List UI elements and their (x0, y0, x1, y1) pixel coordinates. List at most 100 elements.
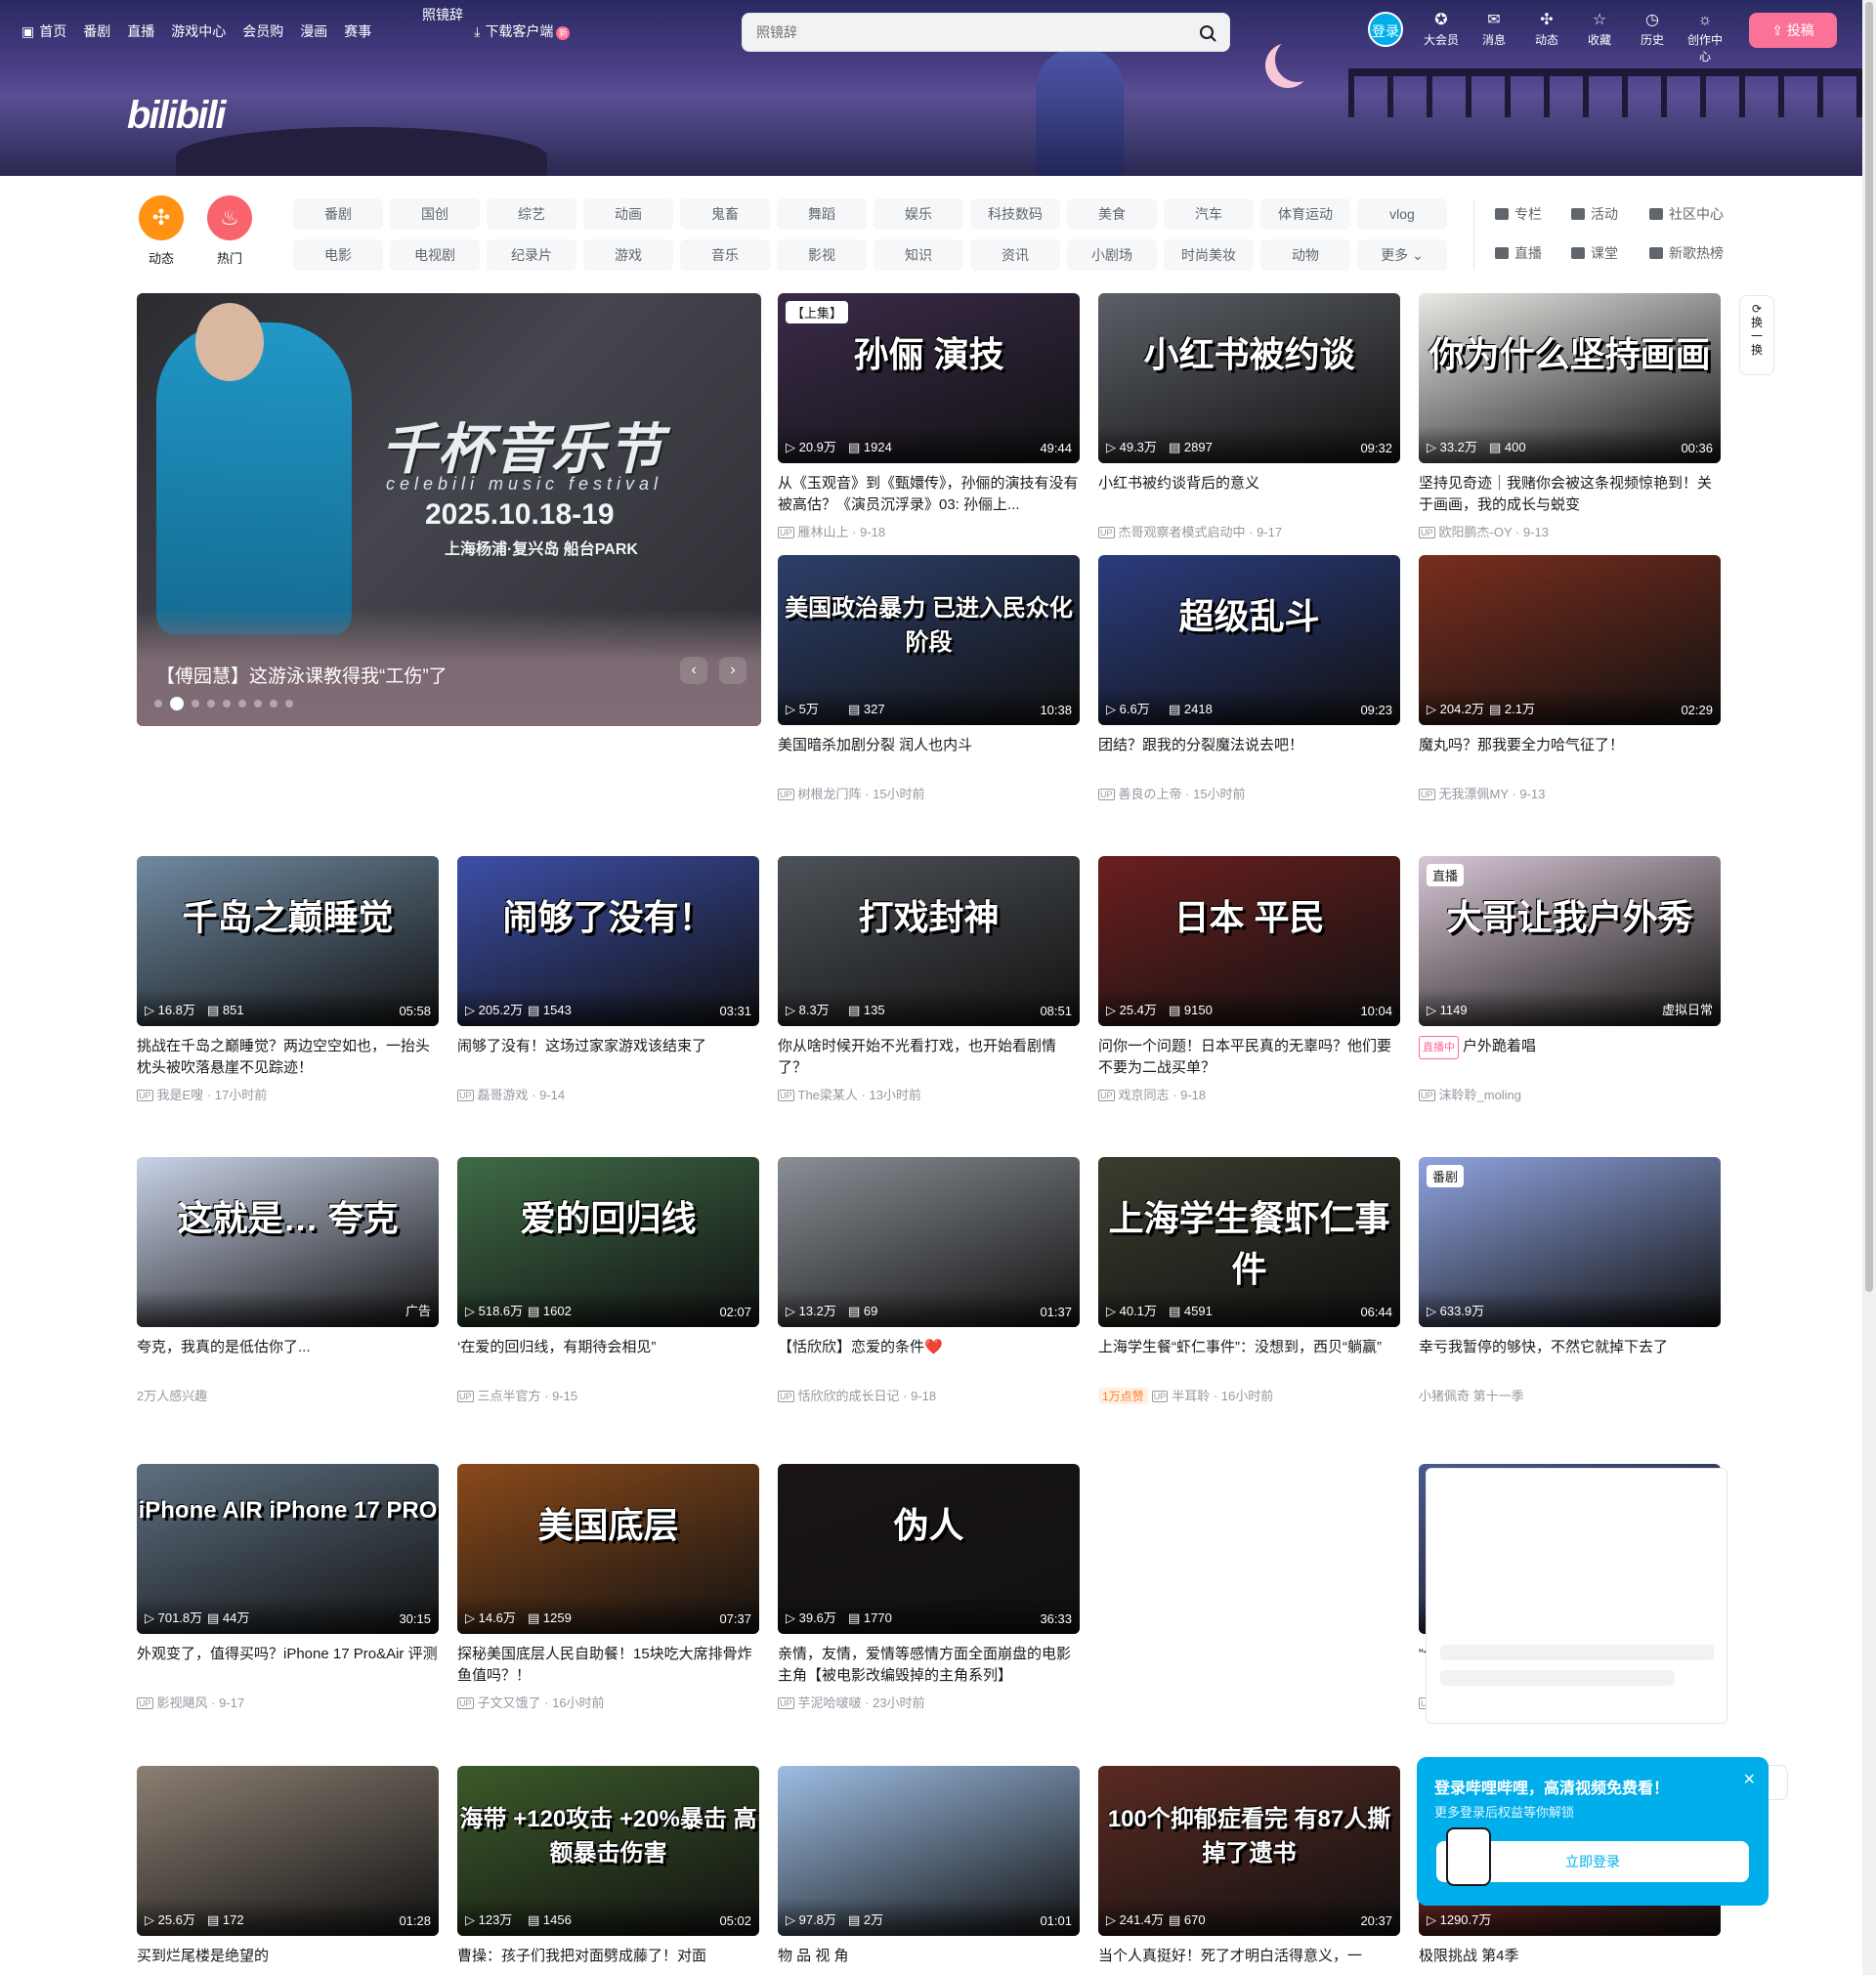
video-title-text[interactable]: 问你一个问题！日本平民真的无辜吗？他们要不要为二战买单？ (1098, 1038, 1391, 1076)
login-avatar-button[interactable]: 登录 (1368, 12, 1403, 47)
channel-tag[interactable]: vlog (1357, 198, 1447, 230)
carousel-next-button[interactable]: › (719, 657, 746, 684)
video-card[interactable]: ▷ 13.2万 ▤ 69 01:37 【恬欣欣】恋爱的条件❤️ UP 恬欣欣的成长日记 ·… (778, 1157, 1080, 1404)
video-title[interactable]: 团结？跟我的分裂魔法说去吧！ (1098, 735, 1400, 778)
video-title-text[interactable]: 闹够了没有！这场过家家游戏该结束了 (457, 1038, 706, 1054)
video-thumbnail[interactable]: 这就是… 夸克 广告 (137, 1157, 439, 1327)
close-icon[interactable]: × (1743, 1769, 1755, 1791)
video-title-text[interactable]: 挑战在千岛之巅睡觉？两边空空如也，一抬头枕头被吹落悬崖不见踪迹！ (137, 1038, 430, 1076)
channel-tag[interactable]: 资讯 (970, 239, 1060, 271)
author-name[interactable]: The梁某人 (798, 1088, 858, 1102)
side-link[interactable]: 课堂 (1571, 242, 1649, 264)
channel-tag[interactable]: 番剧 (293, 198, 383, 230)
author-name[interactable]: 欧阳鹏杰-OY (1439, 525, 1513, 539)
video-title[interactable]: 你从啥时候开始不光看打戏，也开始看剧情了？ (778, 1036, 1080, 1079)
side-link[interactable]: 直播 (1495, 242, 1571, 264)
video-title-text[interactable]: 极限挑战 第4季 (1419, 1948, 1519, 1964)
channel-tag[interactable]: 影视 (777, 239, 867, 271)
video-title[interactable]: 曹操：孩子们我把对面劈成藤了！对面 (457, 1946, 759, 1975)
video-thumbnail[interactable]: 打戏封神 ▷ 8.3万 ▤ 135 08:51 (778, 856, 1080, 1026)
video-title-text[interactable]: 【恬欣欣】恋爱的条件❤️ (778, 1339, 943, 1355)
video-card[interactable]: 超级乱斗 ▷ 6.6万 ▤ 2418 09:23 团结？跟我的分裂魔法说去吧！ UP 善良の… (1098, 555, 1400, 802)
video-thumbnail[interactable]: 上海学生餐虾仁事件 ▷ 40.1万 ▤ 4591 06:44 (1098, 1157, 1400, 1327)
channel-tag[interactable]: 国创 (390, 198, 480, 230)
video-card[interactable]: ▷ 204.2万 ▤ 2.1万 02:29 魔丸吗？那我要全力哈气征了！ UP 无我漂佩M… (1419, 555, 1721, 802)
video-card[interactable]: 爱的回归线 ▷ 518.6万 ▤ 1602 02:07 ‘在爱的回归线，有期待会相见” U… (457, 1157, 759, 1404)
author-name[interactable]: 磊哥游戏 (478, 1088, 529, 1102)
video-card[interactable]: 上海学生餐虾仁事件 ▷ 40.1万 ▤ 4591 06:44 上海学生餐“虾仁事件”：没… (1098, 1157, 1400, 1404)
video-title[interactable]: ‘在爱的回归线，有期待会相见” (457, 1337, 759, 1380)
channel-tag[interactable]: 鬼畜 (680, 198, 770, 230)
video-title[interactable]: 从《玉观音》到《甄嬛传》，孙俪的演技有没有被高估？《演员沉浮录》03: 孙俪上.… (778, 473, 1080, 516)
channel-tag[interactable]: 纪录片 (487, 239, 576, 271)
video-thumbnail[interactable]: 100个抑郁症看完 有87人撕掉了遗书 ▷ 241.4万 ▤ 670 20:37 (1098, 1766, 1400, 1936)
video-title[interactable]: 外观变了，值得买吗？iPhone 17 Pro&Air 评测 (137, 1644, 439, 1687)
carousel-dot[interactable] (170, 697, 184, 710)
nav-link-5[interactable]: 漫画 (300, 21, 327, 41)
video-thumbnail[interactable]: 闹够了没有！ ▷ 205.2万 ▤ 1543 03:31 (457, 856, 759, 1026)
video-title[interactable]: 幸亏我暂停的够快，不然它就掉下去了 (1419, 1337, 1721, 1380)
video-thumbnail[interactable]: 超级乱斗 ▷ 6.6万 ▤ 2418 09:23 (1098, 555, 1400, 725)
channel-tag[interactable]: 舞蹈 (777, 198, 867, 230)
video-card[interactable]: 小红书被约谈 ▷ 49.3万 ▤ 2897 09:32 小红书被约谈背后的意义 UP 杰哥观… (1098, 293, 1400, 540)
video-card[interactable]: ▷ 97.8万 ▤ 2万 01:01 物 品 视 角 (778, 1766, 1080, 1975)
video-card[interactable]: 日本 平民 ▷ 25.4万 ▤ 9150 10:04 问你一个问题！日本平民真的无辜吗？… (1098, 856, 1400, 1103)
video-card[interactable]: 美国底层 ▷ 14.6万 ▤ 1259 07:37 探秘美国底层人民自助餐！15块吃大席… (457, 1464, 759, 1711)
video-card[interactable]: 你为什么坚持画画 ▷ 33.2万 ▤ 400 00:36 坚持见奇迹｜我赌你会被这条视频… (1419, 293, 1721, 540)
channel-tag[interactable]: 更多 ⌄ (1357, 239, 1447, 271)
channel-tag[interactable]: 美食 (1067, 198, 1157, 230)
author-name[interactable]: 三点半官方 (478, 1389, 541, 1403)
scrollbar-thumb[interactable] (1865, 2, 1873, 1292)
author-name[interactable]: 沫聆聆_moling (1439, 1088, 1522, 1102)
video-card[interactable]: 打戏封神 ▷ 8.3万 ▤ 135 08:51 你从啥时候开始不光看打戏，也开始看剧情了… (778, 856, 1080, 1103)
video-card[interactable]: 伪人 ▷ 39.6万 ▤ 1770 36:33 亲情，友情，爱情等感情方面全面崩盘的电影… (778, 1464, 1080, 1711)
video-card[interactable]: 千岛之巅睡觉 ▷ 16.8万 ▤ 851 05:58 挑战在千岛之巅睡觉？两边空空如也，… (137, 856, 439, 1103)
author-name[interactable]: 戏京同志 (1119, 1088, 1170, 1102)
carousel-prev-button[interactable]: ‹ (680, 657, 707, 684)
channel-tag[interactable]: 汽车 (1164, 198, 1254, 230)
carousel-dot[interactable] (223, 700, 231, 708)
video-title-text[interactable]: 魔丸吗？那我要全力哈气征了！ (1419, 737, 1624, 753)
nav-mail-button[interactable]: ✉ 消息 (1471, 12, 1516, 48)
video-title[interactable]: 直播中 户外跪着唱 (1419, 1036, 1721, 1079)
search-box[interactable] (742, 13, 1230, 52)
video-title[interactable]: 夸克，我真的是低估你了... (137, 1337, 439, 1380)
video-thumbnail[interactable]: 美国底层 ▷ 14.6万 ▤ 1259 07:37 (457, 1464, 759, 1634)
video-title[interactable]: 【恬欣欣】恋爱的条件❤️ (778, 1337, 1080, 1380)
author-name[interactable]: 树根龙门阵 (798, 787, 862, 801)
channel-dynamic[interactable]: ✣ 动态 (137, 195, 186, 267)
channel-tag[interactable]: 娱乐 (874, 198, 963, 230)
video-title-text[interactable]: 买到烂尾楼是绝望的 (137, 1948, 269, 1964)
video-card[interactable]: 这就是… 夸克 广告 夸克，我真的是低估你了... 2万人感兴趣 (137, 1157, 439, 1404)
video-title-text[interactable]: 美国暗杀加剧分裂 润人也内斗 (778, 737, 972, 753)
download-client-link[interactable]: ⤓ 下载客户端新 (474, 21, 571, 41)
author-name[interactable]: 无我漂佩MY (1439, 787, 1509, 801)
carousel-dot[interactable] (285, 700, 293, 708)
author-name[interactable]: 影视飓风 (157, 1696, 208, 1710)
video-title-text[interactable]: 上海学生餐“虾仁事件”：没想到，西贝“躺赢” (1098, 1339, 1382, 1355)
nav-bulb-button[interactable]: ☼ 创作中心 (1683, 12, 1727, 64)
video-title-text[interactable]: 团结？跟我的分裂魔法说去吧！ (1098, 737, 1303, 753)
channel-tag[interactable]: 动画 (583, 198, 673, 230)
video-thumbnail[interactable]: ▷ 97.8万 ▤ 2万 01:01 (778, 1766, 1080, 1936)
video-card[interactable]: iPhone AIR iPhone 17 PRO ▷ 701.8万 ▤ 44万 30:… (137, 1464, 439, 1711)
video-title[interactable]: 亲情，友情，爱情等感情方面全面崩盘的电影主角【被电影改编毁掉的主角系列】 (778, 1644, 1080, 1687)
video-thumbnail[interactable]: 伪人 ▷ 39.6万 ▤ 1770 36:33 (778, 1464, 1080, 1634)
video-thumbnail[interactable]: 番剧 ▷ 633.9万 (1419, 1157, 1721, 1327)
nav-windmill-button[interactable]: ✣ 动态 (1524, 12, 1569, 48)
video-card[interactable]: 海带 +120攻击 +20%暴击 高额暴击伤害 ▷ 123万 ▤ 1456 05:02… (457, 1766, 759, 1975)
channel-tag[interactable]: 电影 (293, 239, 383, 271)
channel-tag[interactable]: 电视剧 (390, 239, 480, 271)
channel-tag[interactable]: 音乐 (680, 239, 770, 271)
search-input[interactable] (756, 21, 1176, 43)
video-title-text[interactable]: 坚持见奇迹｜我赌你会被这条视频惊艳到！关于画画，我的成长与蜕变 (1419, 475, 1712, 513)
nav-link-1[interactable]: 番剧 (83, 21, 110, 41)
bilibili-logo[interactable]: bilibili (127, 94, 227, 139)
video-card[interactable]: 孙俪 演技 【上集】 ▷ 20.9万 ▤ 1924 49:44 从《玉观音》到《甄嬛传》，… (778, 293, 1080, 540)
video-thumbnail[interactable]: 孙俪 演技 【上集】 ▷ 20.9万 ▤ 1924 49:44 (778, 293, 1080, 463)
video-thumbnail[interactable]: 爱的回归线 ▷ 518.6万 ▤ 1602 02:07 (457, 1157, 759, 1327)
video-title-text[interactable]: 小红书被约谈背后的意义 (1098, 475, 1259, 492)
video-title-text[interactable]: 幸亏我暂停的够快，不然它就掉下去了 (1419, 1339, 1668, 1355)
carousel-dot[interactable] (192, 700, 199, 708)
video-card[interactable]: 大哥让我户外秀 直播 ▷ 1149 虚拟日常 直播中 户外跪着唱 UP 沫聆聆_moling (1419, 856, 1721, 1103)
